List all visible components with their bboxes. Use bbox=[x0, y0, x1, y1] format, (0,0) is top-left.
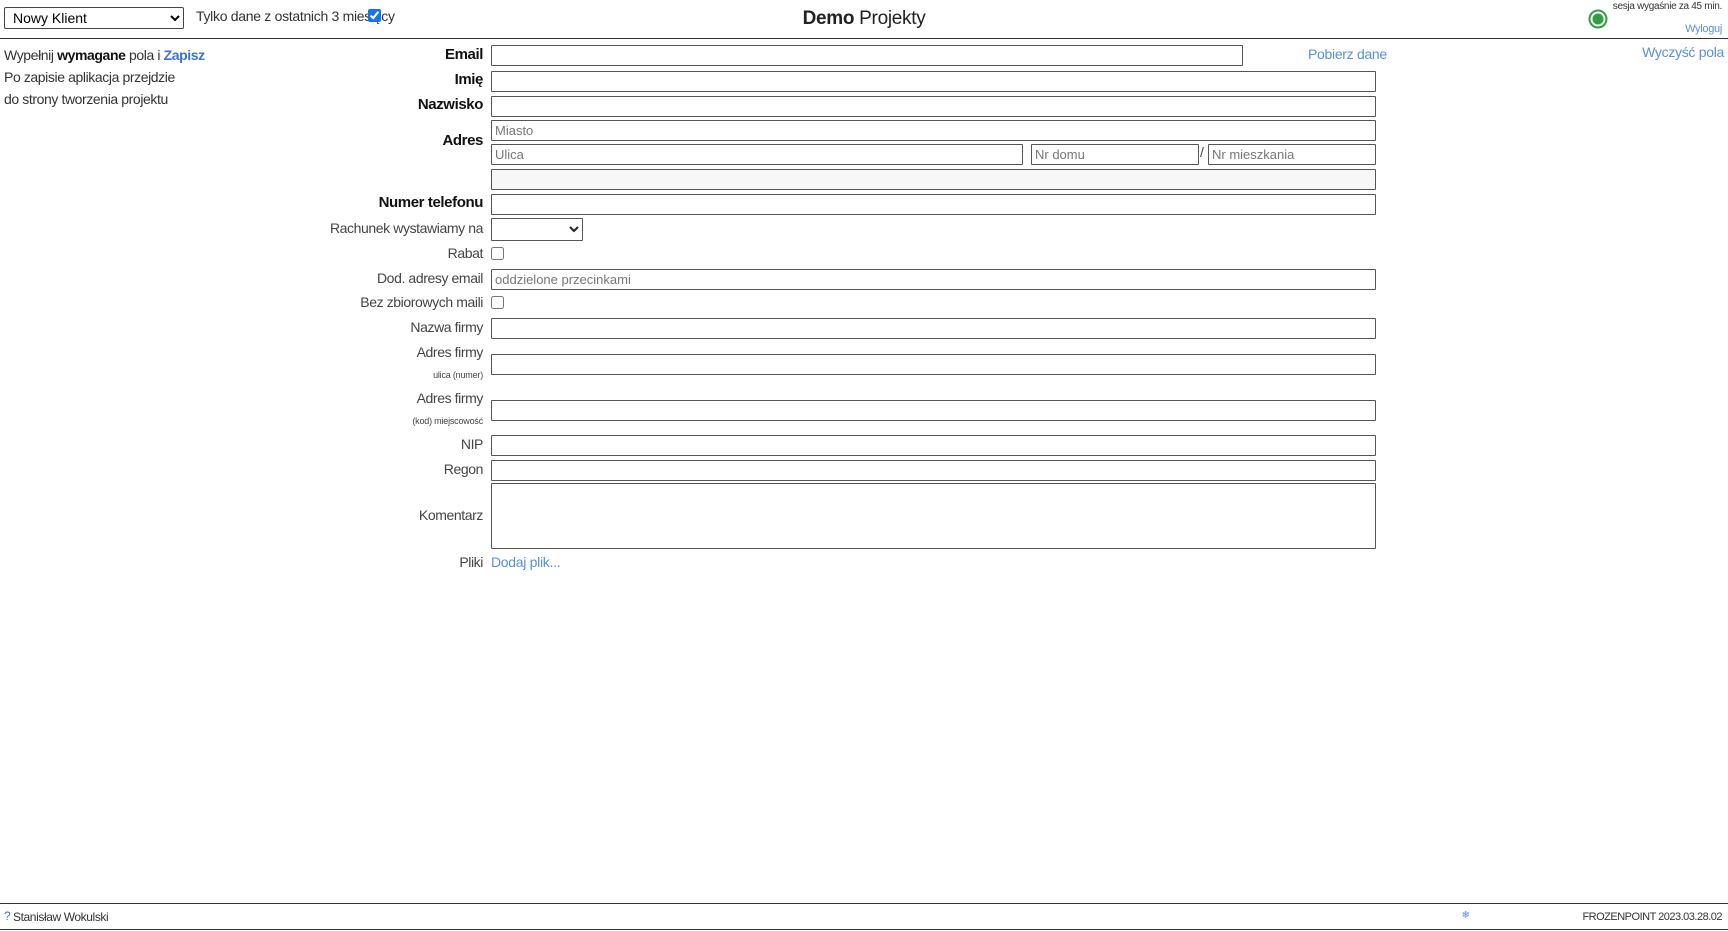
city-input[interactable] bbox=[491, 120, 1376, 141]
status-indicator-icon bbox=[1588, 9, 1608, 29]
company-address-label: Adres firmy bbox=[416, 344, 484, 360]
app-title: Demo Projekty bbox=[0, 8, 1728, 30]
email-input[interactable] bbox=[491, 45, 1243, 66]
help-icon[interactable]: ? bbox=[4, 909, 11, 923]
comment-label: Komentarz bbox=[418, 507, 484, 523]
regon-input[interactable] bbox=[491, 460, 1376, 481]
company-address2-label: Adres firmy bbox=[416, 390, 484, 406]
regon-label: Regon bbox=[443, 461, 484, 477]
email-label: Email bbox=[444, 46, 483, 63]
top-bar: Nowy Klient Tylko dane z ostatnich 3 mie… bbox=[0, 0, 1728, 39]
street-input[interactable] bbox=[491, 144, 1023, 165]
session-expiry-text: sesja wygaśnie za 45 min. bbox=[1612, 1, 1723, 12]
instructions-line-2: Po zapisie aplikacja przejdzie bbox=[4, 69, 175, 85]
save-link[interactable]: Zapisz bbox=[164, 47, 206, 63]
last-name-label: Nazwisko bbox=[417, 96, 484, 113]
nip-label: NIP bbox=[460, 436, 484, 452]
company-address-hint: ulica (numer) bbox=[433, 370, 483, 380]
phone-label: Numer telefonu bbox=[378, 194, 484, 211]
extra-emails-label: Dod. adresy email bbox=[376, 270, 483, 286]
footer: ? Stanisław Wokulski ❄ FROZENPOINT 2023.… bbox=[0, 903, 1728, 930]
user-name: Stanisław Wokulski bbox=[13, 910, 109, 924]
address-label: Adres bbox=[442, 132, 483, 149]
invoice-select[interactable] bbox=[491, 218, 583, 241]
instructions: Wypełnij wymagane pola i Zapisz Po zapis… bbox=[4, 44, 205, 110]
no-bulk-mail-checkbox[interactable] bbox=[491, 296, 504, 309]
company-address2-hint: (kod) miejscowość bbox=[412, 416, 483, 426]
add-file-link[interactable]: Dodaj plik... bbox=[491, 554, 561, 570]
first-name-label: Imię bbox=[454, 71, 484, 88]
last-name-input[interactable] bbox=[491, 96, 1376, 117]
nip-input[interactable] bbox=[491, 435, 1376, 456]
extra-emails-input[interactable] bbox=[491, 269, 1376, 290]
phone-input[interactable] bbox=[491, 194, 1376, 215]
instructions-line-1: Wypełnij wymagane pola i Zapisz bbox=[4, 44, 205, 66]
files-label: Pliki bbox=[459, 554, 483, 570]
discount-label: Rabat bbox=[447, 245, 484, 261]
discount-checkbox[interactable] bbox=[491, 247, 504, 260]
clear-fields-link[interactable]: Wyczyść pola bbox=[1642, 44, 1724, 60]
company-address-input[interactable] bbox=[491, 354, 1376, 375]
instructions-line-3: do strony tworzenia projektu bbox=[4, 91, 168, 107]
app-title-module: Projekty bbox=[859, 8, 926, 29]
app-title-brand: Demo bbox=[802, 8, 855, 29]
address-separator: / bbox=[1200, 144, 1204, 160]
instructions-middle: pola i bbox=[128, 47, 161, 63]
instructions-required: wymagane bbox=[57, 47, 126, 63]
app-version: FROZENPOINT 2023.03.28.02 bbox=[1582, 911, 1722, 923]
house-number-input[interactable] bbox=[1031, 144, 1199, 165]
no-bulk-mail-label: Bez zbiorowych maili bbox=[360, 294, 483, 310]
company-name-label: Nazwa firmy bbox=[410, 319, 483, 335]
company-address2-input[interactable] bbox=[491, 400, 1376, 421]
logout-link[interactable]: Wyloguj bbox=[1685, 23, 1722, 35]
invoice-label: Rachunek wystawiamy na bbox=[329, 220, 483, 236]
first-name-input[interactable] bbox=[491, 71, 1376, 92]
fetch-data-link[interactable]: Pobierz dane bbox=[1308, 46, 1387, 62]
flat-number-input[interactable] bbox=[1208, 144, 1376, 165]
instructions-prefix: Wypełnij bbox=[4, 47, 54, 63]
comment-textarea[interactable] bbox=[491, 483, 1376, 549]
address-extra-input[interactable] bbox=[491, 169, 1376, 190]
snowflake-icon: ❄ bbox=[1461, 910, 1470, 921]
company-name-input[interactable] bbox=[491, 318, 1376, 339]
